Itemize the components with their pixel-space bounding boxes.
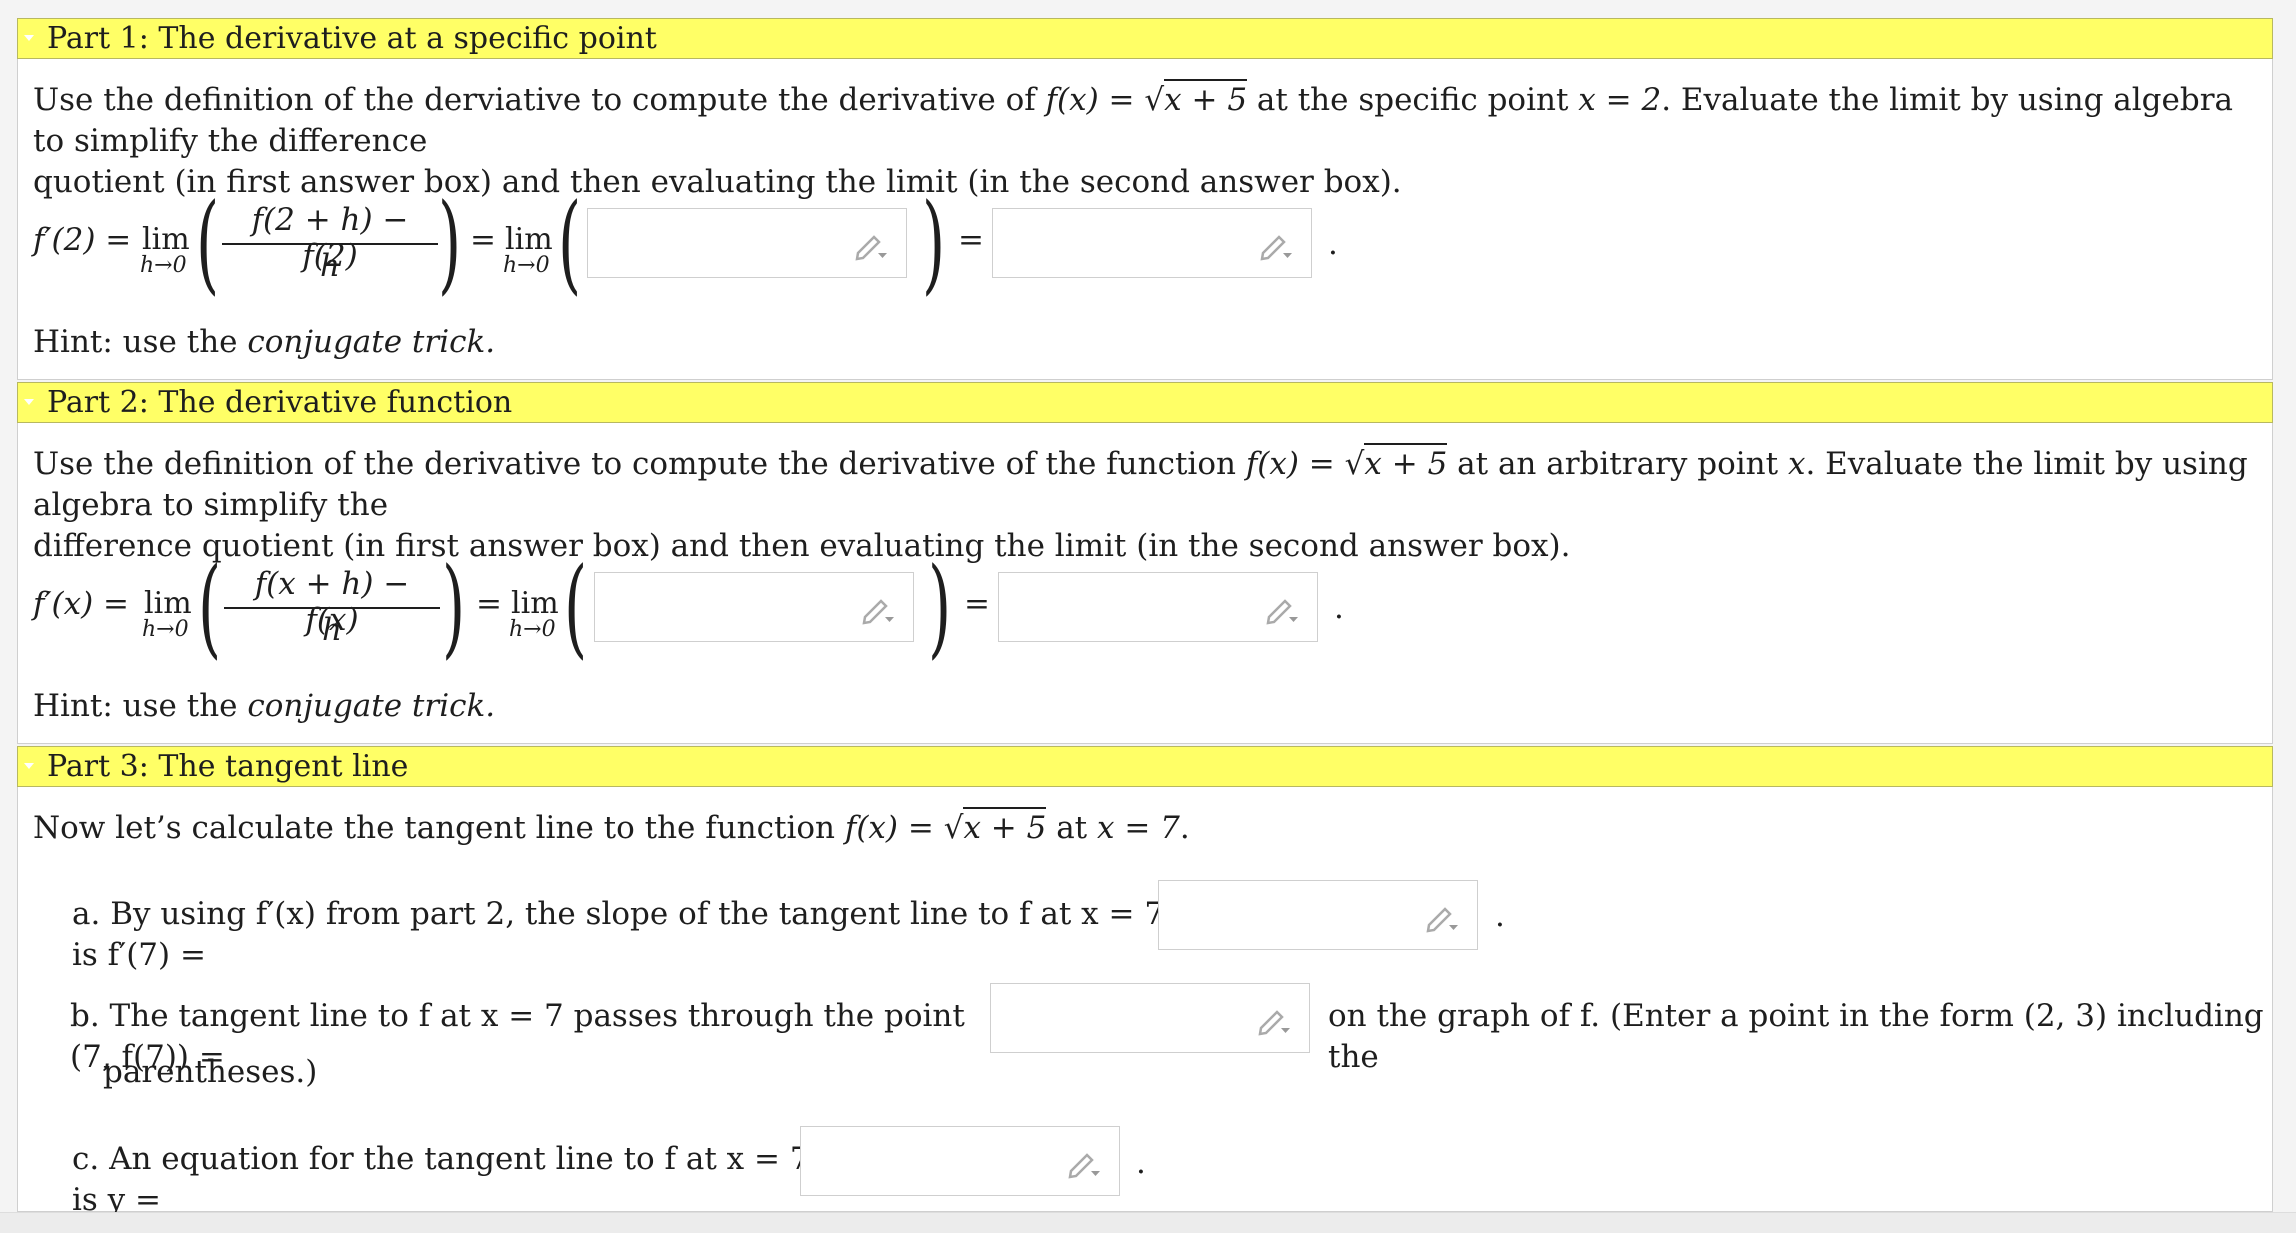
part2-right-paren2: ) <box>928 545 952 670</box>
part1-period: . <box>1328 226 1338 262</box>
pencil-icon[interactable] <box>854 231 890 261</box>
part1-lim: lim <box>142 222 190 257</box>
part2-right-paren: ) <box>442 545 466 670</box>
pencil-icon[interactable] <box>1259 231 1295 261</box>
part1-lim-sub: h→0 <box>140 253 187 278</box>
part1-denominator: h <box>320 248 340 284</box>
conjugate-trick-text: conjugate trick. <box>247 688 496 724</box>
part1-answer-box-2[interactable] <box>992 208 1312 278</box>
part3-answer-box-a[interactable] <box>1158 880 1478 950</box>
collapse-arrow-icon[interactable] <box>24 763 34 769</box>
part1-right-paren2: ) <box>922 181 946 306</box>
part1-fraction-bar <box>222 243 438 245</box>
part2-denominator: h <box>322 612 342 648</box>
part2-left-paren: ( <box>198 545 222 670</box>
part3-c-period: . <box>1136 1145 1146 1181</box>
part2-period: . <box>1334 590 1344 626</box>
part1-answer-box-1[interactable] <box>587 208 907 278</box>
part2-answer-box-1[interactable] <box>594 572 914 642</box>
part2-left-paren2: ( <box>564 545 588 670</box>
part2-lim-sub: h→0 <box>142 617 189 642</box>
part3-answer-box-c[interactable] <box>800 1126 1120 1196</box>
part1-func: f(x) = <box>1045 82 1145 118</box>
part2-eq2: = <box>964 586 990 622</box>
part1-lim2-sub: h→0 <box>503 253 550 278</box>
part2-answer-box-2[interactable] <box>998 572 1318 642</box>
part3-item-b-line2: parentheses.) <box>103 1054 318 1090</box>
part2-eq1: = <box>476 586 502 622</box>
part2-lim: lim <box>144 586 192 621</box>
part2-header[interactable]: Part 2: The derivative function <box>17 382 2273 423</box>
pencil-icon[interactable] <box>861 595 897 625</box>
part1-eq2: = <box>958 222 984 258</box>
part1-left-paren: ( <box>196 181 220 306</box>
part3-answer-box-b[interactable] <box>990 983 1310 1053</box>
page-bottom-bar <box>0 1212 2296 1233</box>
part1-lim2: lim <box>505 222 553 257</box>
part1-lhs: f′(2) = <box>33 222 132 258</box>
part3-item-c: c. An equation for the tangent line to f… <box>72 1141 810 1218</box>
part3-header[interactable]: Part 3: The tangent line <box>17 746 2273 787</box>
part1-header[interactable]: Part 1: The derivative at a specific poi… <box>17 18 2273 59</box>
part2-hint: Hint: use the conjugate trick. <box>33 688 496 724</box>
pencil-icon[interactable] <box>1257 1006 1293 1036</box>
part1-hint: Hint: use the conjugate trick. <box>33 324 496 360</box>
part3-item-a: a. By using f′(x) from part 2, the slope… <box>72 896 1165 973</box>
part2-lhs: f′(x) = <box>33 586 130 622</box>
collapse-arrow-icon[interactable] <box>24 399 34 405</box>
part1-right-paren: ) <box>438 181 462 306</box>
part3-a-period: . <box>1495 898 1505 934</box>
part2-lim2: lim <box>511 586 559 621</box>
part1-left-paren2: ( <box>558 181 582 306</box>
pencil-icon[interactable] <box>1425 903 1461 933</box>
pencil-icon[interactable] <box>1265 595 1301 625</box>
part1-header-label: Part 1: The derivative at a specific poi… <box>47 21 657 56</box>
part2-fraction-bar <box>224 607 440 609</box>
part2-lim2-sub: h→0 <box>509 617 556 642</box>
part2-header-label: Part 2: The derivative function <box>47 385 513 420</box>
part3-header-label: Part 3: The tangent line <box>47 749 409 784</box>
part1-intro: Use the definition of the derviative to … <box>33 79 2253 203</box>
part1-eq1: = <box>470 222 496 258</box>
part3-item-b-after: on the graph of f. (Enter a point in the… <box>1328 998 2264 1075</box>
pencil-icon[interactable] <box>1067 1149 1103 1179</box>
collapse-arrow-icon[interactable] <box>24 35 34 41</box>
part2-intro: Use the definition of the derivative to … <box>33 443 2253 567</box>
conjugate-trick-text: conjugate trick. <box>247 324 496 360</box>
part3-intro: Now let’s calculate the tangent line to … <box>33 807 2253 849</box>
